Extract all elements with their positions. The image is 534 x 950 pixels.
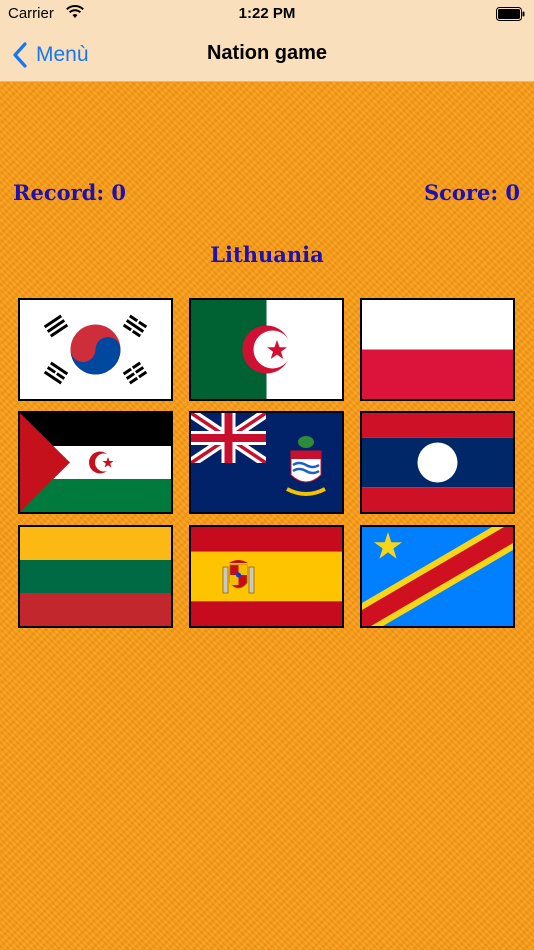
lithuania-flag[interactable] xyxy=(18,525,173,628)
battery-icon xyxy=(496,7,525,21)
laos-flag[interactable] xyxy=(360,411,515,514)
status-bar: Carrier 1:22 PM xyxy=(0,0,534,28)
poland-flag[interactable] xyxy=(360,298,515,401)
south-korea-flag[interactable] xyxy=(18,298,173,401)
algeria-flag[interactable] xyxy=(189,298,344,401)
record-counter: Record: 0 xyxy=(13,180,127,205)
background-texture xyxy=(0,82,534,950)
score-counter: Score: 0 xyxy=(423,180,520,205)
spain-flag[interactable] xyxy=(189,525,344,628)
cayman-islands-flag[interactable] xyxy=(189,411,344,514)
page-title: Nation game xyxy=(206,42,328,64)
navigation-bar: Menù Nation game xyxy=(0,28,534,82)
western-sahara-flag[interactable] xyxy=(18,411,173,514)
clock: 1:22 PM xyxy=(238,5,296,22)
dr-congo-flag[interactable] xyxy=(360,525,515,628)
target-country-name: Lithuania xyxy=(210,242,324,267)
